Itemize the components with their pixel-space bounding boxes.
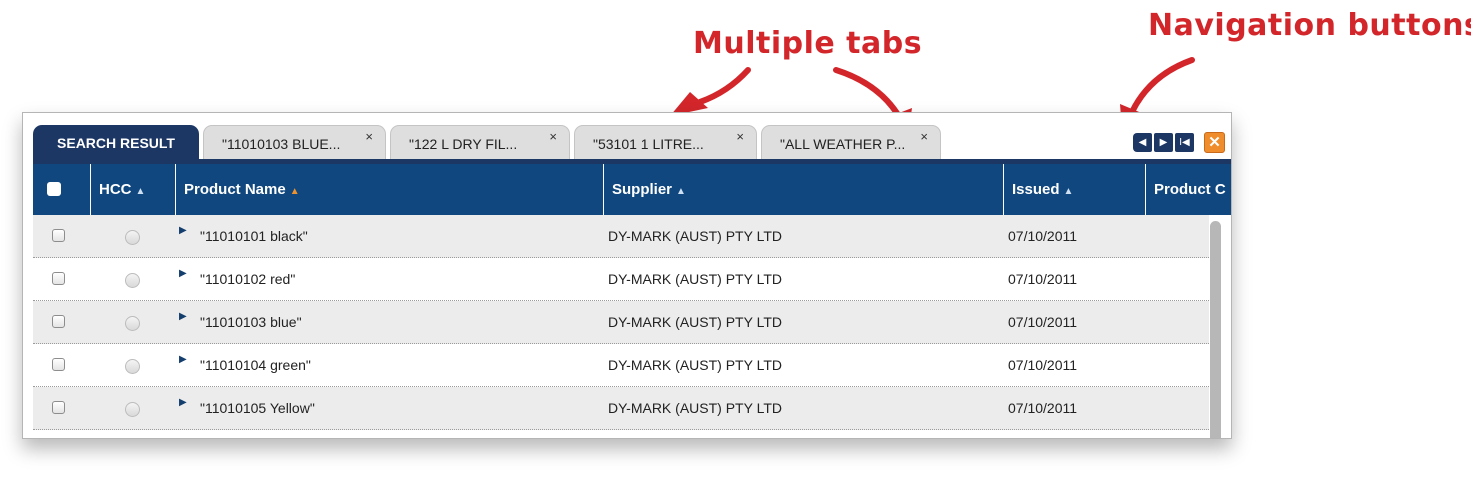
tab-bar: SEARCH RESULT "11010103 BLUE... × "122 L… <box>23 113 1231 164</box>
search-results-window: SEARCH RESULT "11010103 BLUE... × "122 L… <box>22 112 1232 439</box>
hcc-radio[interactable] <box>125 359 140 374</box>
row-checkbox[interactable] <box>52 229 65 242</box>
close-icon[interactable]: × <box>736 119 744 155</box>
issued-cell: 07/10/2011 <box>1008 314 1078 330</box>
product-name-cell: "11010103 blue" <box>200 314 302 330</box>
tab-product-53101[interactable]: "53101 1 LITRE... × <box>574 125 757 161</box>
column-label: HCC <box>99 181 132 198</box>
hcc-radio[interactable] <box>125 230 140 245</box>
column-header-hcc[interactable]: HCC ▲ <box>90 164 175 215</box>
column-label: Product Name <box>184 181 286 198</box>
column-header-product-code[interactable]: Product C <box>1145 164 1231 215</box>
table-row[interactable]: ▶ "11010104 green" DY-MARK (AUST) PTY LT… <box>33 344 1209 387</box>
issued-cell: 07/10/2011 <box>1008 357 1078 373</box>
supplier-cell: DY-MARK (AUST) PTY LTD <box>608 400 782 416</box>
expand-arrow-icon[interactable]: ▶ <box>179 225 187 236</box>
table-row[interactable]: ▶ "11010102 red" DY-MARK (AUST) PTY LTD … <box>33 258 1209 301</box>
column-header-product-name[interactable]: Product Name ▲ <box>175 164 603 215</box>
close-icon[interactable]: × <box>549 119 557 155</box>
column-label: Issued <box>1012 181 1060 198</box>
close-all-tabs-button[interactable]: ✕ <box>1204 132 1225 153</box>
tab-label: "ALL WEATHER P... <box>780 136 906 152</box>
hcc-radio[interactable] <box>125 402 140 417</box>
skip-to-first-icon: I◀ <box>1179 137 1190 148</box>
tab-search-result[interactable]: SEARCH RESULT <box>33 125 199 161</box>
issued-cell: 07/10/2011 <box>1008 228 1078 244</box>
table-header: HCC ▲ Product Name ▲ Supplier ▲ Issued ▲ Pro… <box>33 164 1231 215</box>
next-tab-button[interactable]: ▶ <box>1154 133 1173 152</box>
row-checkbox[interactable] <box>52 272 65 285</box>
table-row[interactable]: ▶ "11010103 blue" DY-MARK (AUST) PTY LTD… <box>33 301 1209 344</box>
sort-up-icon: ▲ <box>676 186 686 197</box>
table-body: ▶ "11010101 black" DY-MARK (AUST) PTY LT… <box>33 215 1209 438</box>
column-header-supplier[interactable]: Supplier ▲ <box>603 164 1003 215</box>
sort-up-icon: ▲ <box>1063 186 1074 197</box>
supplier-cell: DY-MARK (AUST) PTY LTD <box>608 228 782 244</box>
column-label: Supplier <box>612 181 673 198</box>
row-checkbox[interactable] <box>52 315 65 328</box>
hcc-radio[interactable] <box>125 273 140 288</box>
issued-cell: 07/10/2011 <box>1008 271 1078 287</box>
vertical-scrollbar[interactable] <box>1209 215 1231 438</box>
tab-label: "11010103 BLUE... <box>222 136 341 152</box>
supplier-cell: DY-MARK (AUST) PTY LTD <box>608 271 782 287</box>
table-row[interactable]: ▶ "11010101 black" DY-MARK (AUST) PTY LT… <box>33 215 1209 258</box>
close-icon[interactable]: × <box>365 119 373 155</box>
expand-arrow-icon[interactable]: ▶ <box>179 311 187 322</box>
tab-label: "122 L DRY FIL... <box>409 136 518 152</box>
supplier-cell: DY-MARK (AUST) PTY LTD <box>608 357 782 373</box>
issued-cell: 07/10/2011 <box>1008 400 1078 416</box>
close-icon[interactable]: × <box>920 119 928 155</box>
scrollbar-thumb[interactable] <box>1210 221 1221 438</box>
first-tab-button[interactable]: I◀ <box>1175 133 1194 152</box>
prev-tab-button[interactable]: ◀ <box>1133 133 1152 152</box>
product-name-cell: "11010102 red" <box>200 271 296 287</box>
select-all-checkbox[interactable] <box>47 182 61 196</box>
sort-up-icon: ▲ <box>135 186 146 197</box>
hcc-radio[interactable] <box>125 316 140 331</box>
chevron-left-icon: ◀ <box>1138 137 1147 148</box>
product-name-cell: "11010104 green" <box>200 357 311 373</box>
sort-up-icon: ▲ <box>289 186 300 197</box>
close-icon: ✕ <box>1208 134 1221 151</box>
tab-product-11010103[interactable]: "11010103 BLUE... × <box>203 125 386 161</box>
product-name-cell: "11010105 Yellow" <box>200 400 315 416</box>
supplier-cell: DY-MARK (AUST) PTY LTD <box>608 314 782 330</box>
expand-arrow-icon[interactable]: ▶ <box>179 397 187 408</box>
tab-label: "53101 1 LITRE... <box>593 136 704 152</box>
expand-arrow-icon[interactable]: ▶ <box>179 354 187 365</box>
tab-navigation-buttons: ◀ ▶ I◀ <box>1133 133 1196 152</box>
expand-arrow-icon[interactable]: ▶ <box>179 268 187 279</box>
tab-product-all-weather[interactable]: "ALL WEATHER P... × <box>761 125 941 161</box>
column-label: Product C <box>1154 181 1226 198</box>
column-header-issued[interactable]: Issued ▲ <box>1003 164 1145 215</box>
tab-product-122-l-dry[interactable]: "122 L DRY FIL... × <box>390 125 570 161</box>
row-checkbox[interactable] <box>52 358 65 371</box>
product-name-cell: "11010101 black" <box>200 228 308 244</box>
table-row[interactable]: ▶ "11010105 Yellow" DY-MARK (AUST) PTY L… <box>33 387 1209 430</box>
row-checkbox[interactable] <box>52 401 65 414</box>
chevron-right-icon: ▶ <box>1159 137 1168 148</box>
